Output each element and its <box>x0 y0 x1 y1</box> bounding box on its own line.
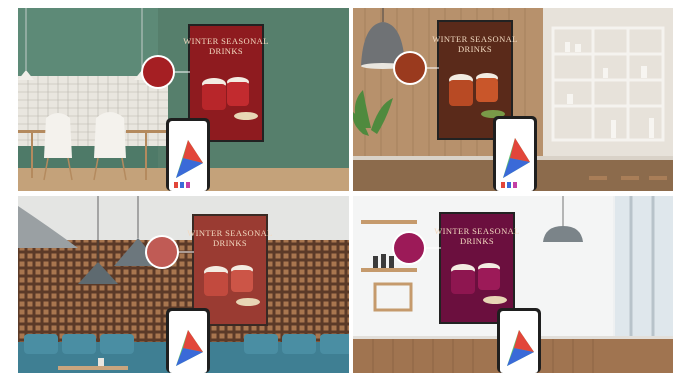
phone-color-gamut <box>497 308 541 373</box>
color-swatch <box>143 57 173 87</box>
phone-color-gamut <box>493 116 537 191</box>
poster-title-line1: WINTER SEASONAL <box>187 228 273 238</box>
color-swatch <box>395 53 425 83</box>
poster-title-line2: DRINKS <box>213 238 247 248</box>
phone-color-gamut <box>166 308 210 373</box>
brick-cafe-scene: WINTER SEASONAL DRINKS <box>18 196 349 373</box>
color-swatch <box>394 233 424 263</box>
poster-title-line1: WINTER SEASONAL <box>432 34 518 44</box>
poster-title-line2: DRINKS <box>209 46 243 56</box>
phone-color-gamut <box>166 118 210 191</box>
chair <box>44 113 72 158</box>
wood-cafe-scene: WINTER SEASONAL DRINKS <box>353 8 673 191</box>
poster-title-line1: WINTER SEASONAL <box>183 36 269 46</box>
panel-wood-cafe: WINTER SEASONAL DRINKS <box>353 8 673 191</box>
poster-title-line1: WINTER SEASONAL <box>434 226 520 236</box>
poster-display: WINTER SEASONAL DRINKS <box>434 212 520 324</box>
panel-green-cafe: WINTER SEASONAL DRINKS <box>18 8 349 191</box>
white-cafe-scene: WINTER SEASONAL DRINKS <box>353 196 673 373</box>
chair <box>94 112 126 158</box>
panel-brick-cafe: WINTER SEASONAL DRINKS <box>18 196 349 373</box>
panel-white-cafe: WINTER SEASONAL DRINKS <box>353 196 673 373</box>
image-grid: WINTER SEASONAL DRINKS WINTER SEASONAL D… <box>0 0 674 373</box>
green-cafe-scene: WINTER SEASONAL DRINKS <box>18 8 349 191</box>
color-swatch <box>147 237 177 267</box>
poster-title-line2: DRINKS <box>458 44 492 54</box>
poster-title-line2: DRINKS <box>460 236 494 246</box>
